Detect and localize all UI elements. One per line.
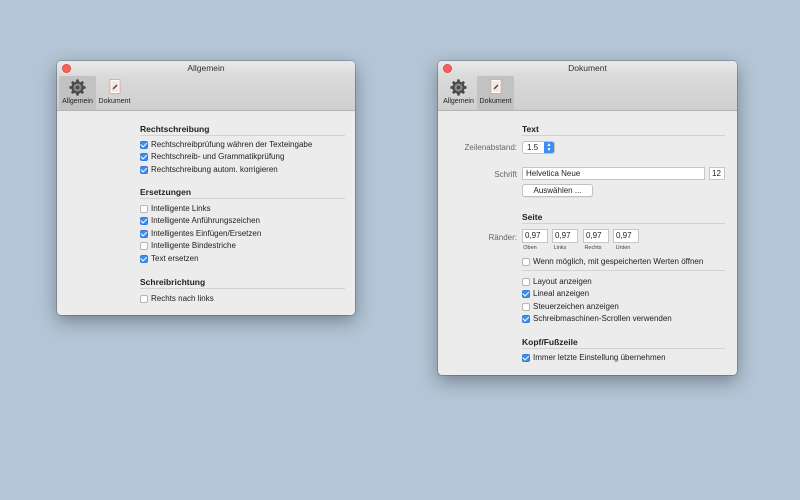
document-content: Text Zeilenabstand: 1.5 ▲ ▼ Schrift Helve…: [438, 111, 737, 375]
checkbox[interactable]: [140, 140, 148, 149]
checkbox[interactable]: [140, 229, 148, 238]
checkbox[interactable]: [140, 254, 148, 263]
checkbox-show-ruler[interactable]: Lineal anzeigen: [522, 289, 589, 298]
document-preferences-window: Dokument Allgemein Dokument Text Zeilena…: [438, 61, 737, 375]
general-content: Rechtschreibung Rechtschreibprüfung währ…: [57, 111, 355, 315]
font-size-field[interactable]: 12: [709, 167, 725, 180]
line-spacing-select[interactable]: 1.5 ▲ ▼: [522, 141, 555, 154]
document-icon: [486, 77, 506, 97]
checkbox-smart-copy-paste[interactable]: Intelligentes Einfügen/Ersetzen: [140, 229, 261, 238]
margin-top-caption: Oben: [523, 245, 537, 251]
document-icon: [105, 77, 125, 97]
checkbox[interactable]: [140, 294, 148, 303]
checkbox[interactable]: [522, 353, 530, 362]
title-bar[interactable]: Dokument: [438, 61, 737, 76]
checkbox[interactable]: [522, 302, 530, 311]
checkbox-label: Immer letzte Einstellung übernehmen: [533, 353, 666, 362]
close-button[interactable]: [62, 64, 71, 73]
tab-label: Dokument: [98, 98, 131, 105]
section-title-header-footer: Kopf/Fußzeile: [522, 337, 578, 347]
tab-dokument[interactable]: Dokument: [477, 76, 514, 110]
tab-label: Dokument: [479, 98, 512, 105]
margin-left-field[interactable]: 0,97: [552, 229, 578, 243]
checkbox-right-to-left[interactable]: Rechts nach links: [140, 294, 214, 303]
divider: [140, 288, 345, 289]
tab-allgemein[interactable]: Allgemein: [440, 76, 477, 110]
checkbox-text-replacement[interactable]: Text ersetzen: [140, 254, 199, 263]
checkbox-spelling-grammar[interactable]: Rechtschreib- und Grammatikprüfung: [140, 152, 284, 161]
margin-bottom-field[interactable]: 0,97: [613, 229, 639, 243]
checkbox-autocorrect[interactable]: Rechtschreibung autom. korrigieren: [140, 165, 278, 174]
checkbox-label: Rechts nach links: [151, 294, 214, 303]
margin-left-caption: Links: [553, 245, 567, 251]
checkbox[interactable]: [522, 314, 530, 323]
divider: [522, 135, 725, 136]
checkbox-spellcheck-while-typing[interactable]: Rechtschreibprüfung währen der Texteinga…: [140, 140, 312, 149]
checkbox-show-layout[interactable]: Layout anzeigen: [522, 277, 592, 286]
margin-right-caption: Rechts: [584, 245, 602, 251]
tab-label: Allgemein: [443, 98, 474, 105]
preferences-toolbar: Allgemein Dokument: [438, 76, 737, 111]
section-title-seite: Seite: [522, 212, 543, 222]
window-title: Allgemein: [187, 63, 225, 73]
gear-icon: [68, 77, 88, 97]
checkbox-label: Rechtschreib- und Grammatikprüfung: [151, 152, 285, 161]
divider: [140, 198, 345, 199]
title-bar[interactable]: Allgemein: [57, 61, 355, 76]
checkbox-label: Rechtschreibung autom. korrigieren: [151, 165, 278, 174]
preferences-toolbar: Allgemein Dokument: [57, 76, 355, 111]
checkbox-label: Wenn möglich, mit gespeicherten Werten ö…: [533, 257, 704, 266]
divider: [140, 135, 345, 136]
checkbox-label: Intelligente Links: [151, 204, 211, 213]
choose-font-button[interactable]: Auswählen ...: [522, 184, 593, 197]
checkbox[interactable]: [522, 289, 530, 298]
checkbox-smart-links[interactable]: Intelligente Links: [140, 204, 211, 213]
checkbox-label: Intelligentes Einfügen/Ersetzen: [151, 229, 262, 238]
checkbox[interactable]: [140, 216, 148, 225]
checkbox-label: Rechtschreibprüfung währen der Texteinga…: [151, 140, 313, 149]
margin-top-field[interactable]: 0,97: [522, 229, 548, 243]
checkbox-label: Lineal anzeigen: [533, 289, 590, 298]
section-title-rechtschreibung: Rechtschreibung: [140, 124, 210, 134]
section-title-schreibrichtung: Schreibrichtung: [140, 277, 206, 287]
font-field[interactable]: Helvetica Neue: [522, 167, 705, 180]
checkbox[interactable]: [522, 257, 530, 266]
checkbox[interactable]: [140, 152, 148, 161]
checkbox-label: Intelligente Anführungszeichen: [151, 216, 260, 225]
checkbox-open-with-saved-values[interactable]: Wenn möglich, mit gespeicherten Werten ö…: [522, 257, 703, 266]
checkbox-always-use-last-setting[interactable]: Immer letzte Einstellung übernehmen: [522, 353, 666, 362]
checkbox[interactable]: [522, 277, 530, 286]
checkbox-typewriter-scrolling[interactable]: Schreibmaschinen-Scrollen verwenden: [522, 314, 672, 323]
close-button[interactable]: [443, 64, 452, 73]
checkbox[interactable]: [140, 241, 148, 250]
margin-bottom-caption: Unten: [615, 245, 631, 251]
general-preferences-window: Allgemein Allgemein Dokument Rechtschrei…: [57, 61, 355, 315]
tab-dokument[interactable]: Dokument: [96, 76, 133, 110]
checkbox[interactable]: [140, 165, 148, 174]
line-spacing-value: 1.5: [527, 143, 539, 152]
margins-label: Ränder:: [488, 233, 517, 242]
gear-icon: [449, 77, 469, 97]
divider: [522, 270, 725, 271]
checkbox-smart-quotes[interactable]: Intelligente Anführungszeichen: [140, 216, 260, 225]
margin-right-field[interactable]: 0,97: [583, 229, 609, 243]
font-label: Schrift: [494, 170, 517, 179]
checkbox-show-invisibles[interactable]: Steuerzeichen anzeigen: [522, 302, 619, 311]
checkbox-label: Schreibmaschinen-Scrollen verwenden: [533, 314, 672, 323]
window-title: Dokument: [568, 63, 607, 73]
section-title-ersetzungen: Ersetzungen: [140, 187, 192, 197]
section-title-text: Text: [522, 124, 539, 134]
tab-label: Allgemein: [62, 98, 93, 105]
checkbox[interactable]: [140, 204, 148, 213]
checkbox-label: Text ersetzen: [151, 254, 199, 263]
chevron-updown-icon: ▲ ▼: [544, 142, 554, 153]
checkbox-label: Steuerzeichen anzeigen: [533, 302, 619, 311]
checkbox-label: Intelligente Bindestriche: [151, 241, 236, 250]
checkbox-smart-dashes[interactable]: Intelligente Bindestriche: [140, 241, 236, 250]
line-spacing-label: Zeilenabstand:: [464, 143, 517, 152]
divider: [522, 223, 725, 224]
checkbox-label: Layout anzeigen: [533, 277, 592, 286]
divider: [522, 348, 725, 349]
tab-allgemein[interactable]: Allgemein: [59, 76, 96, 110]
